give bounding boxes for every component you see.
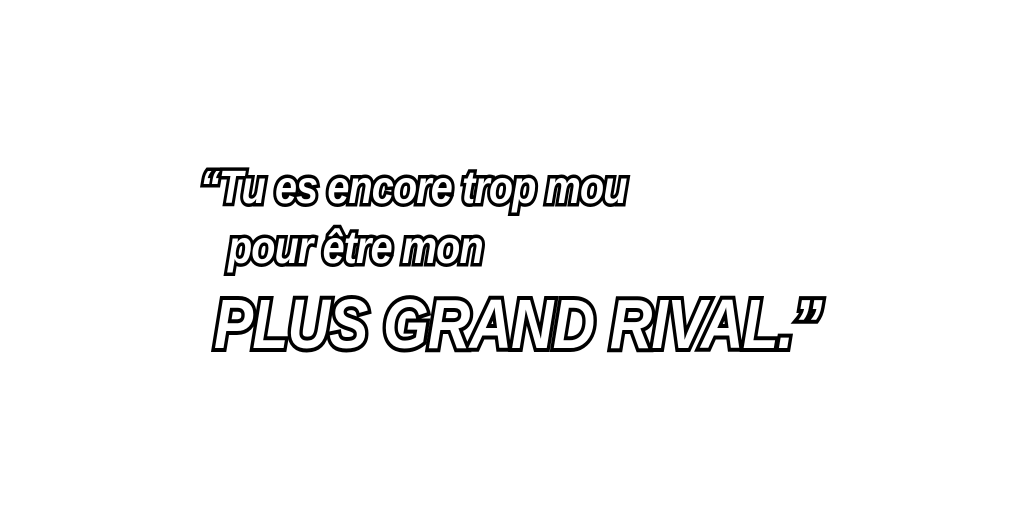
quote-line-3: PLUS GRAND RIVAL.” <box>211 281 826 367</box>
quote-line-2: pour être mon <box>225 218 487 277</box>
quote-line-1: “Tu es encore trop mou <box>197 158 630 217</box>
quote-block: “Tu es encore trop mou pour être mon PLU… <box>0 0 1024 512</box>
